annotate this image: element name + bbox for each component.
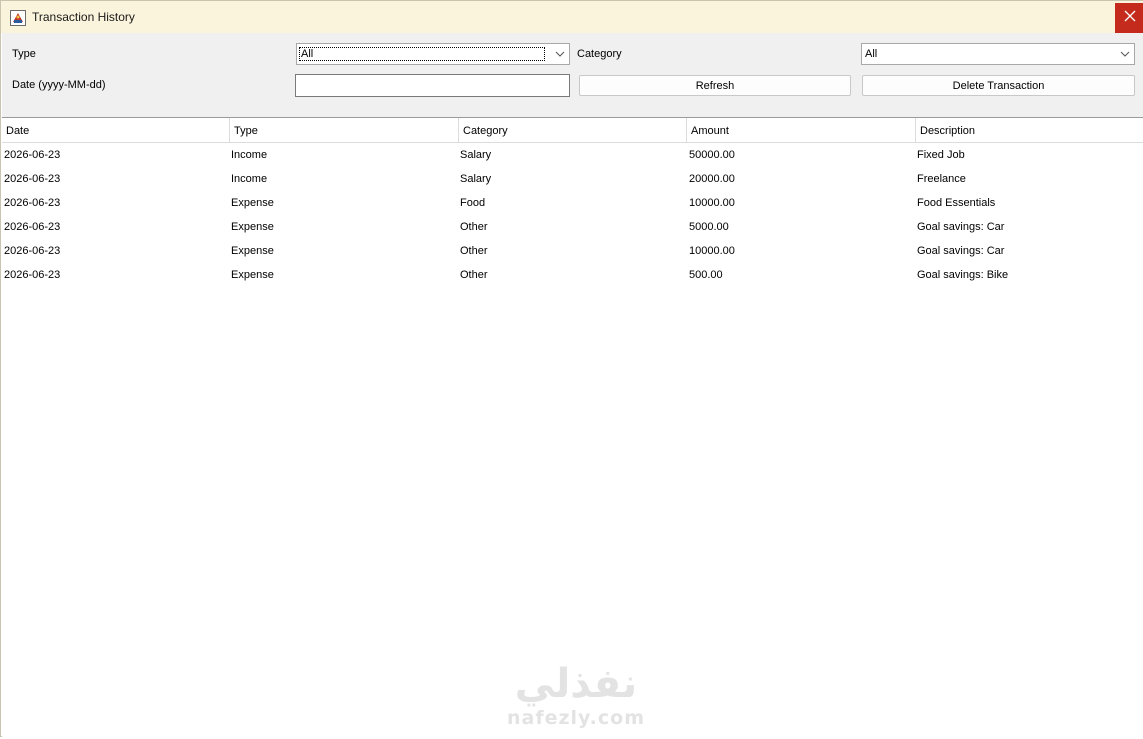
category-select-value: All — [865, 48, 878, 60]
cell-description: Goal savings: Car — [917, 221, 1005, 233]
cell-category: Salary — [460, 149, 492, 161]
java-app-icon — [10, 10, 26, 26]
close-icon — [1124, 9, 1136, 27]
cell-description: Fixed Job — [917, 149, 965, 161]
filter-panel: Type All Category All Date (yyyy-MM-dd) … — [2, 33, 1143, 117]
cell-type: Expense — [231, 221, 274, 233]
delete-transaction-button[interactable]: Delete Transaction — [862, 75, 1135, 96]
window-title: Transaction History — [32, 10, 135, 24]
cell-amount: 10000.00 — [689, 197, 735, 209]
chevron-down-icon[interactable] — [551, 44, 569, 64]
close-button[interactable] — [1115, 3, 1143, 33]
cell-type: Income — [231, 149, 268, 161]
cell-amount: 500.00 — [689, 269, 723, 281]
type-select[interactable]: All — [296, 43, 570, 65]
cell-date: 2026-06-23 — [4, 269, 61, 281]
cell-category: Food — [460, 197, 486, 209]
watermark-arabic-text: نفذلي — [514, 661, 638, 707]
cell-description: Freelance — [917, 173, 966, 185]
table-row[interactable]: 2026-06-23 Expense Other 500.00 Goal sav… — [2, 263, 1143, 287]
watermark-latin-text: nafezly.com — [506, 707, 646, 729]
column-header-category[interactable]: Category — [459, 118, 687, 143]
category-label: Category — [577, 48, 622, 60]
table-row[interactable]: 2026-06-23 Expense Other 5000.00 Goal sa… — [2, 215, 1143, 239]
cell-description: Food Essentials — [917, 197, 996, 209]
refresh-button[interactable]: Refresh — [579, 75, 851, 96]
cell-type: Expense — [231, 269, 274, 281]
cell-type: Income — [231, 173, 268, 185]
transaction-history-window: Transaction History Type All Category Al… — [0, 0, 1143, 737]
column-header-type[interactable]: Type — [230, 118, 459, 143]
watermark: نفذلي nafezly.com — [491, 661, 661, 739]
cell-category: Other — [460, 245, 488, 257]
column-header-amount[interactable]: Amount — [687, 118, 916, 143]
chevron-down-icon[interactable] — [1116, 44, 1134, 64]
table-row[interactable]: 2026-06-23 Income Salary 50000.00 Fixed … — [2, 143, 1143, 167]
cell-date: 2026-06-23 — [4, 173, 61, 185]
type-select-value: All — [299, 47, 545, 61]
cell-amount: 20000.00 — [689, 173, 735, 185]
date-label: Date (yyyy-MM-dd) — [12, 79, 106, 91]
category-select[interactable]: All — [861, 43, 1135, 65]
transactions-table: Date Type Category Amount Description 20… — [2, 117, 1143, 737]
cell-category: Other — [460, 221, 488, 233]
cell-date: 2026-06-23 — [4, 197, 61, 209]
cell-category: Salary — [460, 173, 492, 185]
table-row[interactable]: 2026-06-23 Income Salary 20000.00 Freela… — [2, 167, 1143, 191]
table-row[interactable]: 2026-06-23 Expense Food 10000.00 Food Es… — [2, 191, 1143, 215]
table-row[interactable]: 2026-06-23 Expense Other 10000.00 Goal s… — [2, 239, 1143, 263]
cell-date: 2026-06-23 — [4, 245, 61, 257]
title-bar[interactable]: Transaction History — [1, 1, 1143, 33]
column-header-date[interactable]: Date — [2, 118, 230, 143]
cell-type: Expense — [231, 245, 274, 257]
cell-category: Other — [460, 269, 488, 281]
cell-type: Expense — [231, 197, 274, 209]
date-input[interactable] — [295, 74, 570, 97]
cell-description: Goal savings: Bike — [917, 269, 1009, 281]
cell-date: 2026-06-23 — [4, 221, 61, 233]
cell-amount: 10000.00 — [689, 245, 735, 257]
cell-amount: 5000.00 — [689, 221, 729, 233]
cell-description: Goal savings: Car — [917, 245, 1005, 257]
type-label: Type — [12, 48, 36, 60]
cell-amount: 50000.00 — [689, 149, 735, 161]
column-header-description[interactable]: Description — [916, 118, 1143, 143]
table-header: Date Type Category Amount Description — [2, 118, 1143, 143]
cell-date: 2026-06-23 — [4, 149, 61, 161]
